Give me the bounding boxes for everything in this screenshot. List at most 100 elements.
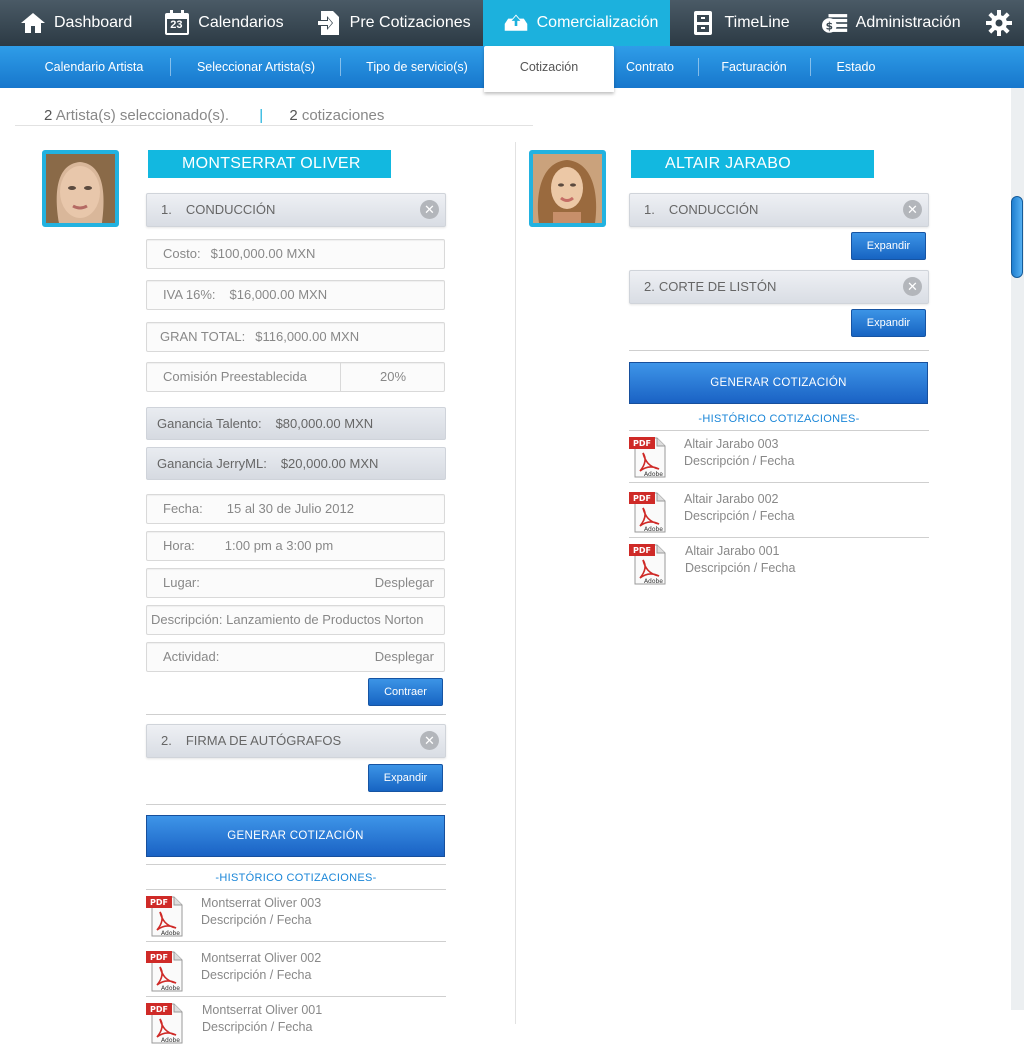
close-icon[interactable]: ✕ [903,277,922,296]
section-divider [629,430,929,431]
history-title: Montserrat Oliver 003 [201,896,322,910]
field-label: Ganancia Talento: [157,416,262,431]
pdf-icon[interactable]: PDF Adobe [629,435,669,479]
field-label: Lugar: [163,575,200,590]
expandir-button[interactable]: Expandir [851,232,926,260]
tab-separator [698,58,699,76]
actividad-dropdown[interactable]: Desplegar [375,643,434,671]
history-item[interactable]: Montserrat Oliver 001 Descripción / Fecha [202,1002,322,1036]
hora-field[interactable]: Hora: 1:00 pm a 3:00 pm [146,531,445,561]
close-icon[interactable]: ✕ [903,200,922,219]
nav-pre-cotizaciones[interactable]: Pre Cotizaciones [296,0,483,46]
history-item[interactable]: Montserrat Oliver 003 Descripción / Fecha [201,895,321,929]
section-divider [146,714,446,715]
comision-value[interactable]: 20% [340,363,445,391]
svg-text:Adobe: Adobe [644,526,663,533]
field-value: Descripción: Lanzamiento de Productos No… [151,612,424,627]
service-label: CONDUCCIÓN [185,202,276,217]
service-item[interactable]: 1. CONDUCCIÓN ✕ [146,193,446,227]
quotes-count: 2 [289,107,298,124]
field-value: $100,000.00 MXN [210,246,316,261]
field-label: Ganancia JerryML: [157,456,267,471]
nav-comercializacion[interactable]: Comercialización [482,0,671,46]
comision-field: Comisión Preestablecida 20% [146,362,445,392]
pdf-icon[interactable]: PDF Adobe [629,542,669,586]
tab-separator [340,58,341,76]
gear-icon[interactable] [986,10,1012,36]
lugar-dropdown[interactable]: Desplegar [375,569,434,597]
pdf-icon[interactable]: PDF Adobe [146,894,186,938]
nav-dashboard[interactable]: Dashboard [0,0,144,46]
history-item[interactable]: Altair Jarabo 001 Descripción / Fecha [685,543,795,577]
summary-divider: | [259,107,264,124]
costo-field: Costo: $100,000.00 MXN [146,239,445,269]
nav-label: Pre Cotizaciones [349,14,471,31]
lugar-field[interactable]: Lugar: Desplegar [146,568,445,598]
artist-name: ALTAIR JARABO [631,150,874,178]
scrollbar-thumb[interactable] [1011,196,1023,278]
gran-total-field: GRAN TOTAL: $116,000.00 MXN [146,322,445,352]
service-item[interactable]: 2. CORTE DE LISTÓN ✕ [629,270,929,304]
tab-contrato[interactable]: Contrato [618,46,682,88]
pdf-icon[interactable]: PDF Adobe [146,1001,186,1045]
field-label: GRAN TOTAL: [160,329,246,344]
nav-administracion[interactable]: $ Administración [802,0,973,46]
expandir-button[interactable]: Expandir [851,309,926,337]
tab-calendario-artista[interactable]: Calendario Artista [34,46,154,88]
svg-text:PDF: PDF [633,494,651,503]
nav-label: TimeLine [724,14,790,31]
history-title: Altair Jarabo 003 [684,437,779,451]
pdf-icon[interactable]: PDF Adobe [146,949,186,993]
iva-field: IVA 16%: $16,000.00 MXN [146,280,445,310]
history-sub: Descripción / Fecha [202,1020,313,1034]
service-number: 1. [644,202,655,217]
descripcion-field[interactable]: Descripción: Lanzamiento de Productos No… [146,605,445,635]
section-divider [629,482,929,483]
history-sub: Descripción / Fecha [684,454,795,468]
history-item[interactable]: Altair Jarabo 003 Descripción / Fecha [684,436,794,470]
fecha-field[interactable]: Fecha: 15 al 30 de Julio 2012 [146,494,445,524]
service-item[interactable]: 1. CONDUCCIÓN ✕ [629,193,929,227]
section-divider [146,941,446,942]
expandir-button[interactable]: Expandir [368,764,443,792]
field-label: Comisión Preestablecida [163,369,307,384]
nav-timeline[interactable]: TimeLine [670,0,801,46]
cloud-upload-icon [503,10,529,36]
field-value: 1:00 pm a 3:00 pm [224,538,334,553]
field-value: 15 al 30 de Julio 2012 [226,501,354,516]
actividad-field[interactable]: Actividad: Desplegar [146,642,445,672]
service-item[interactable]: 2. FIRMA DE AUTÓGRAFOS ✕ [146,724,446,758]
history-title: Altair Jarabo 002 [684,492,779,506]
generar-cotizacion-button[interactable]: GENERAR COTIZACIÓN [146,815,445,857]
svg-text:$: $ [825,21,832,33]
tab-seleccionar-artistas[interactable]: Seleccionar Artista(s) [186,46,326,88]
history-item[interactable]: Altair Jarabo 002 Descripción / Fecha [684,491,794,525]
tab-estado[interactable]: Estado [826,46,886,88]
section-divider [146,864,446,865]
artists-text: Artista(s) seleccionado(s). [55,107,230,124]
tab-tipo-de-servicio[interactable]: Tipo de servicio(s) [354,46,480,88]
field-label: Actividad: [163,649,220,664]
sub-nav: Calendario Artista Seleccionar Artista(s… [0,46,1024,92]
nav-label: Administración [855,14,961,31]
generar-cotizacion-button[interactable]: GENERAR COTIZACIÓN [629,362,928,404]
avatar [529,150,606,227]
close-icon[interactable]: ✕ [420,731,439,750]
pdf-icon[interactable]: PDF Adobe [629,490,669,534]
history-sub: Descripción / Fecha [201,913,312,927]
tab-cotizacion[interactable]: Cotización [484,46,614,92]
service-label: CONDUCCIÓN [668,202,759,217]
history-sub: Descripción / Fecha [201,968,312,982]
artists-count: 2 [44,107,53,124]
nav-calendarios[interactable]: 23 Calendarios [144,0,295,46]
calendar-icon: 23 [164,10,190,36]
tab-facturacion[interactable]: Facturación [712,46,796,88]
contraer-button[interactable]: Contraer [368,678,443,706]
svg-text:PDF: PDF [633,546,651,555]
close-icon[interactable]: ✕ [420,200,439,219]
section-divider [629,350,929,351]
service-number: 2. [644,279,655,294]
historico-heading: -HISTÓRICO COTIZACIONES- [215,872,377,884]
historico-heading: -HISTÓRICO COTIZACIONES- [698,413,860,425]
history-item[interactable]: Montserrat Oliver 002 Descripción / Fecha [201,950,321,984]
